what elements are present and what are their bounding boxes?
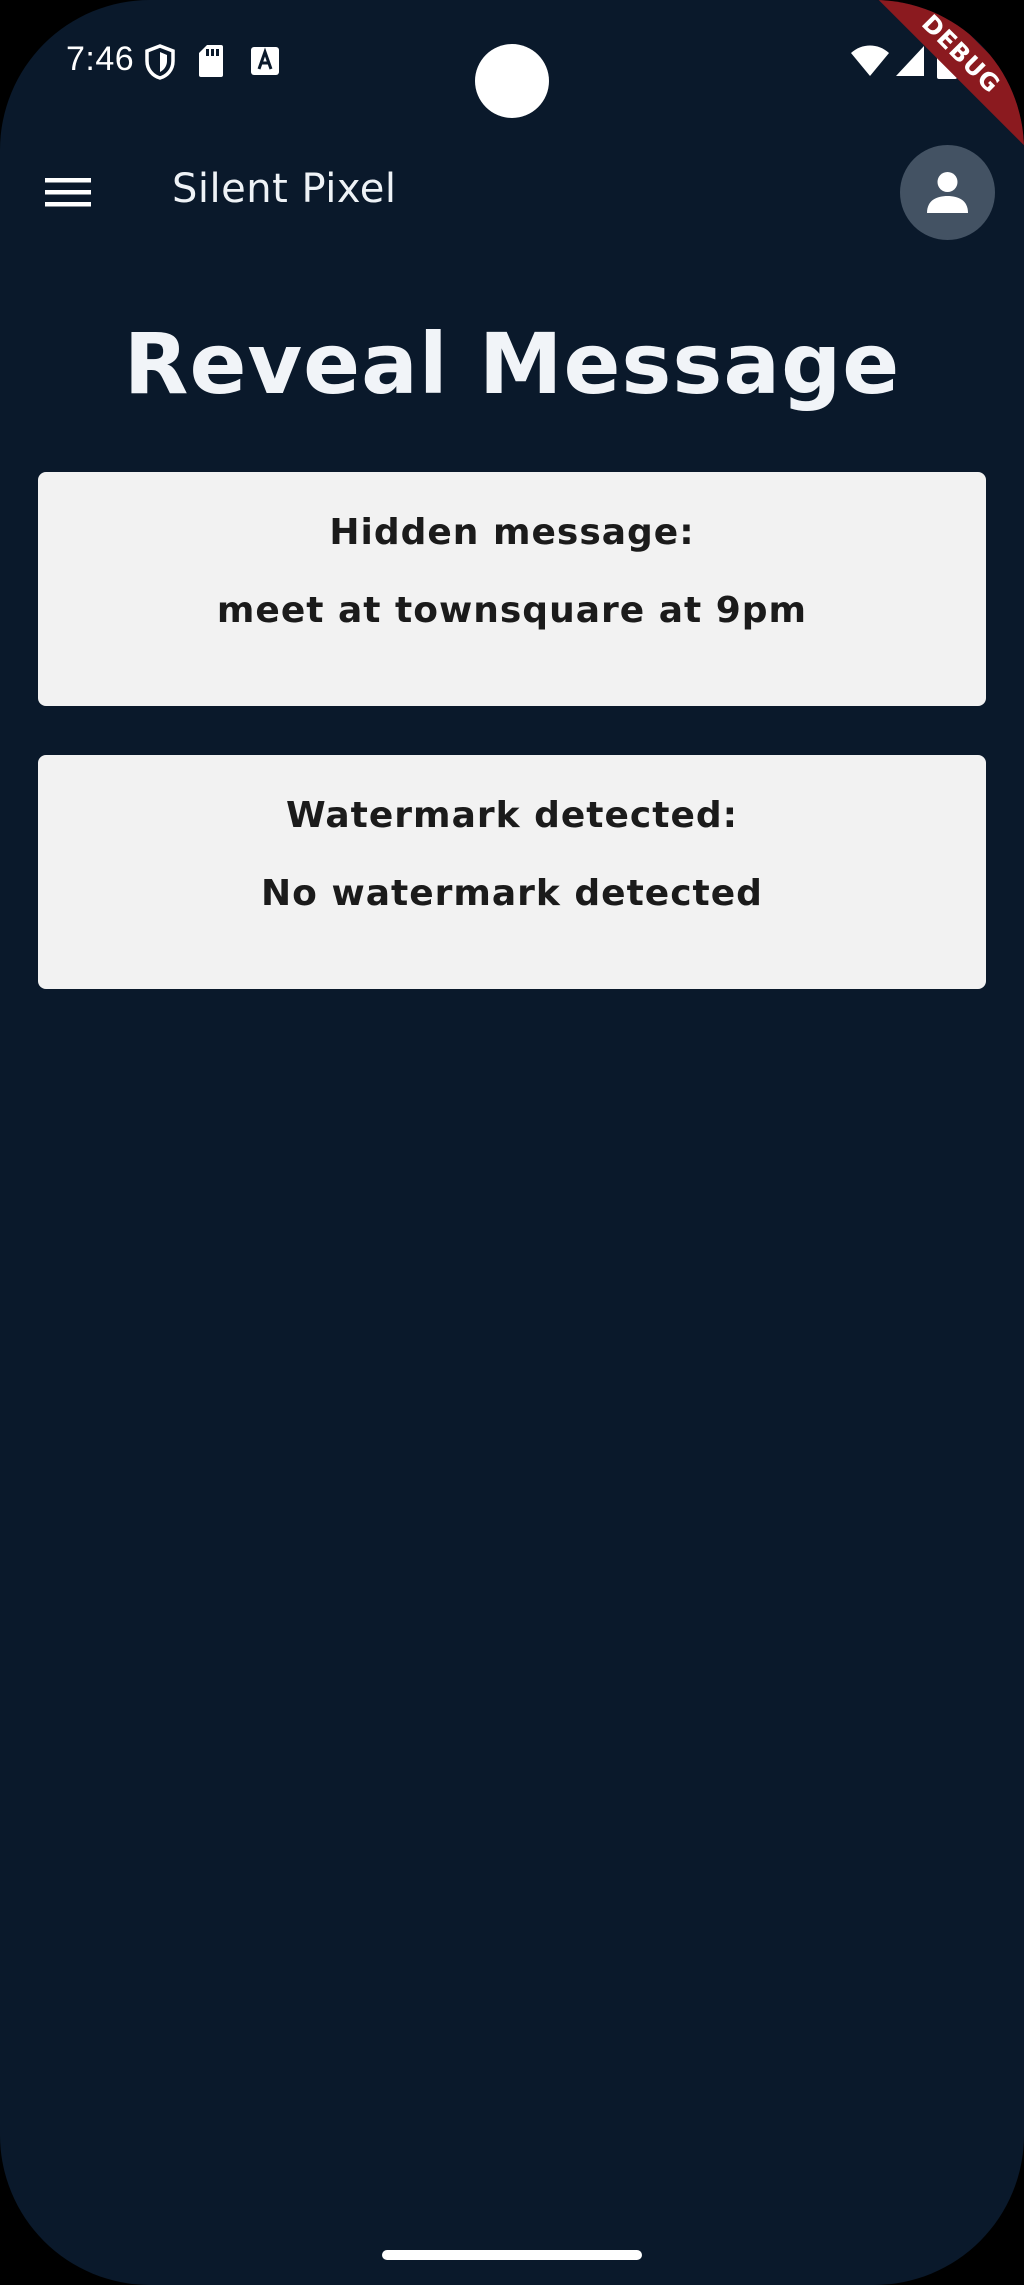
shield-icon: [145, 44, 175, 80]
app-title: Silent Pixel: [172, 166, 397, 212]
app-bar: Silent Pixel: [0, 130, 1024, 255]
status-time: 7:46: [66, 40, 135, 78]
watermark-card: Watermark detected: No watermark detecte…: [38, 755, 986, 989]
hidden-message-label: Hidden message:: [329, 512, 695, 553]
menu-icon: [36, 178, 100, 228]
sd-card-icon: [198, 44, 224, 80]
hidden-message-value: meet at townsquare at 9pm: [216, 590, 808, 631]
watermark-value: No watermark detected: [261, 873, 763, 914]
app-screen: 7:46 DEBUG Silent Pixel Reveal Message H…: [0, 0, 1024, 2285]
front-camera: [475, 44, 549, 118]
home-indicator[interactable]: [382, 2250, 642, 2260]
cell-signal-icon: [894, 44, 926, 80]
status-bar: 7:46 DEBUG: [0, 0, 1024, 157]
hidden-message-card: Hidden message: meet at townsquare at 9p…: [38, 472, 986, 706]
person-icon: [927, 172, 968, 213]
font-a-icon: [250, 44, 280, 80]
wifi-icon: [850, 44, 890, 80]
menu-button[interactable]: [36, 160, 100, 224]
page-title: Reveal Message: [123, 315, 901, 413]
profile-avatar-button[interactable]: [900, 145, 995, 240]
watermark-label: Watermark detected:: [285, 795, 739, 836]
